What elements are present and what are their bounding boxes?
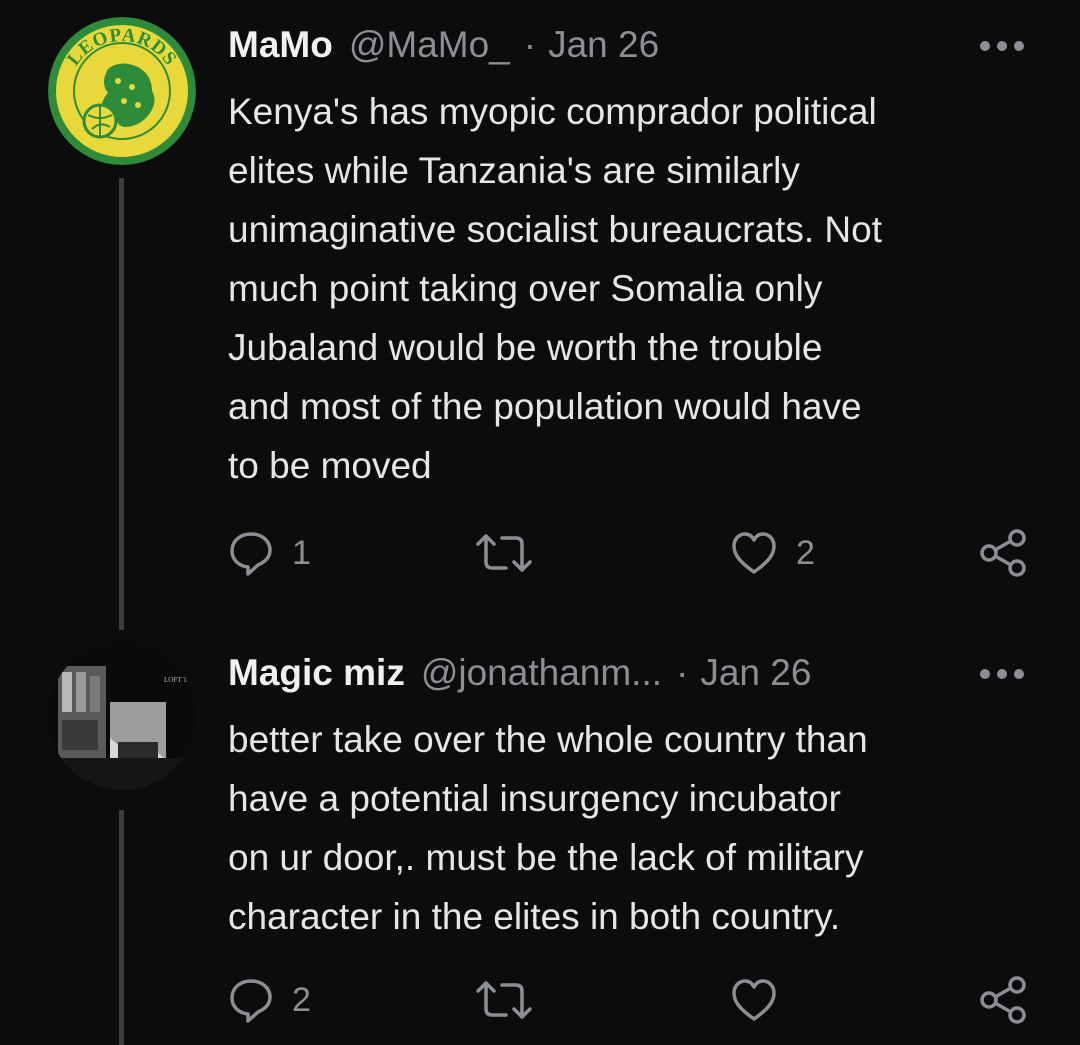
like-button[interactable]: 2: [730, 528, 815, 578]
tweet[interactable]: LEOPARDS MaMo @MaMo_ · Jan 26 Kenya's ha…: [0, 0, 1080, 640]
share-button[interactable]: [978, 975, 1028, 1025]
separator: ·: [523, 24, 537, 65]
tweet-header: Magic miz @jonathanm... · Jan 26: [228, 648, 1040, 698]
avatar-photo: LOFT TALK: [48, 642, 196, 790]
retweet-button[interactable]: [474, 528, 552, 578]
retweet-icon: [476, 981, 532, 1019]
tweet-thread: LEOPARDS MaMo @MaMo_ · Jan 26 Kenya's ha…: [0, 0, 1080, 1045]
speech-bubble-icon: [230, 532, 272, 576]
like-count: 2: [796, 533, 815, 572]
tweet-date[interactable]: Jan 26: [548, 24, 659, 66]
author-name[interactable]: Magic miz: [228, 652, 405, 694]
tweet[interactable]: LOFT TALK Magic miz @jonathanm... · Jan …: [0, 640, 1080, 1045]
share-icon: [980, 976, 1026, 1024]
tweet-header: MaMo @MaMo_ · Jan 26: [228, 20, 1040, 70]
leopards-logo: LEOPARDS: [48, 17, 196, 165]
avatar[interactable]: LOFT TALK: [48, 642, 196, 790]
share-icon: [980, 529, 1026, 577]
reply-count: 2: [292, 980, 311, 1019]
reply-button[interactable]: 1: [228, 528, 311, 578]
more-horizontal-icon[interactable]: [980, 664, 1024, 684]
separator: ·: [676, 652, 689, 693]
author-name[interactable]: MaMo: [228, 24, 333, 66]
reply-count: 1: [292, 533, 311, 572]
tweet-text: better take over the whole country than …: [228, 719, 868, 937]
heart-icon: [732, 532, 776, 574]
avatar[interactable]: LEOPARDS: [48, 17, 196, 165]
retweet-button[interactable]: [474, 975, 552, 1025]
avatar-text: LOFT TALK: [164, 676, 196, 684]
thread-line: [119, 810, 124, 1045]
thread-line: [119, 178, 124, 630]
tweet-date[interactable]: Jan 26: [700, 652, 811, 694]
more-horizontal-icon[interactable]: [980, 36, 1024, 56]
reply-button[interactable]: 2: [228, 975, 311, 1025]
speech-bubble-icon: [230, 979, 272, 1023]
like-button[interactable]: [730, 975, 796, 1025]
tweet-text: Kenya's has myopic comprador political e…: [228, 91, 882, 486]
retweet-icon: [476, 534, 532, 572]
heart-icon: [732, 979, 776, 1021]
author-handle[interactable]: @jonathanm...: [421, 652, 662, 694]
share-button[interactable]: [978, 528, 1028, 578]
author-handle[interactable]: @MaMo_: [349, 24, 510, 66]
